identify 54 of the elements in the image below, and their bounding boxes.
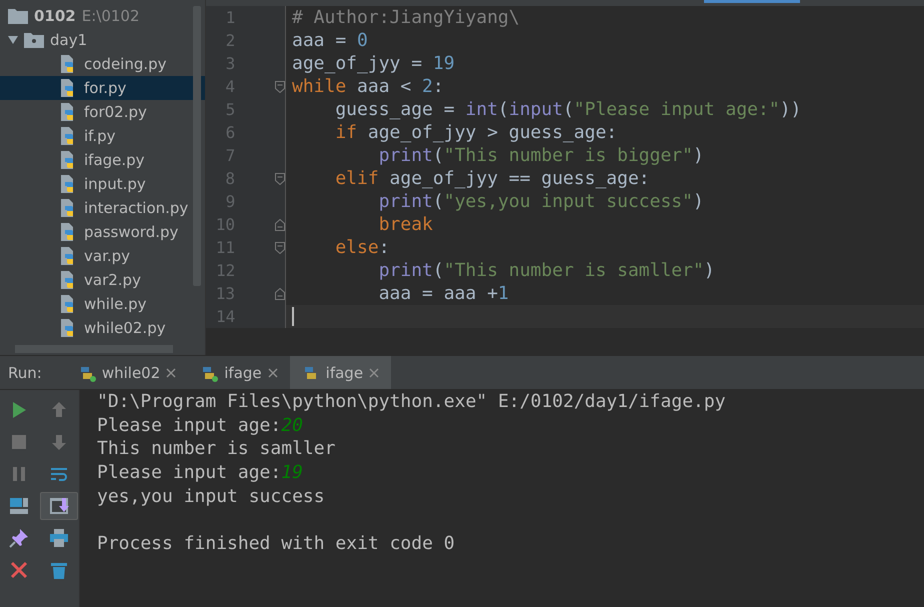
code-line: if age_of_jyy > guess_age:: [334, 122, 618, 143]
code-line: print("This number is bigger"): [378, 145, 704, 166]
code-line: while aaa < 2:: [291, 76, 444, 97]
close-icon: [8, 559, 30, 581]
console-line: Process finished with exit code 0: [97, 532, 455, 554]
code-line: guess_age = int(input("Please input age:")): [334, 99, 802, 120]
print-icon: [48, 527, 70, 549]
close-icon[interactable]: [369, 368, 380, 378]
file-row[interactable]: input.py: [0, 172, 205, 196]
file-row[interactable]: ifage.py: [0, 148, 205, 172]
file-row[interactable]: interaction.py: [0, 196, 205, 220]
code-line: elif age_of_jyy == guess_age:: [334, 168, 650, 189]
file-row[interactable]: var.py: [0, 244, 205, 268]
fold-icon[interactable]: [275, 242, 285, 254]
expand-arrow-icon[interactable]: [8, 35, 18, 45]
code-line: aaa = aaa +1: [378, 283, 509, 304]
file-row[interactable]: while.py: [0, 292, 205, 316]
fold-icon[interactable]: [275, 172, 285, 184]
code-line: age_of_jyy = 19: [291, 53, 455, 74]
console-line: This number is samller: [97, 438, 336, 460]
console-line: yes,you input success: [97, 486, 325, 507]
console-line: Please input age:20: [97, 414, 303, 436]
run-tab[interactable]: ifage: [290, 356, 392, 389]
code-line: aaa = 0: [291, 30, 368, 51]
text-cursor: [292, 307, 294, 326]
code-line: break: [378, 214, 433, 235]
file-row[interactable]: codeing.py: [0, 52, 205, 76]
scrollbar[interactable]: [193, 6, 201, 286]
fold-icon[interactable]: [275, 288, 285, 300]
code-line: # Author:JiangYiyang\: [291, 7, 520, 28]
layout-icon: [8, 495, 30, 517]
code-line: print("yes,you input success"): [378, 191, 704, 212]
pin-icon: [8, 527, 30, 549]
file-row[interactable]: password.py: [0, 220, 205, 244]
console-line: Please input age:19: [97, 462, 303, 484]
run-label: Run:: [7, 364, 43, 382]
fold-icon[interactable]: [275, 218, 285, 230]
scroll-end-button[interactable]: [40, 492, 78, 520]
folder-row[interactable]: day1: [0, 28, 205, 52]
project-row[interactable]: 0102 E:\0102: [0, 4, 205, 28]
code-line: print("This number is samller"): [378, 260, 715, 281]
fold-icon[interactable]: [275, 80, 285, 92]
scroll-to-end-icon: [48, 495, 70, 517]
file-row[interactable]: if.py: [0, 124, 205, 148]
file-row[interactable]: var2.py: [0, 268, 205, 292]
folder-icon: [24, 32, 44, 48]
code-line: else:: [334, 237, 390, 258]
file-row[interactable]: for.py: [0, 76, 205, 100]
console-line: "D:\Program Files\python\python.exe" E:/0102/day1/ifage.py: [97, 391, 726, 412]
file-row[interactable]: for02.py: [0, 100, 205, 124]
close-icon[interactable]: [268, 368, 278, 378]
close-icon[interactable]: [166, 368, 176, 378]
file-row[interactable]: while02.py: [0, 316, 205, 340]
folder-icon: [8, 8, 28, 24]
